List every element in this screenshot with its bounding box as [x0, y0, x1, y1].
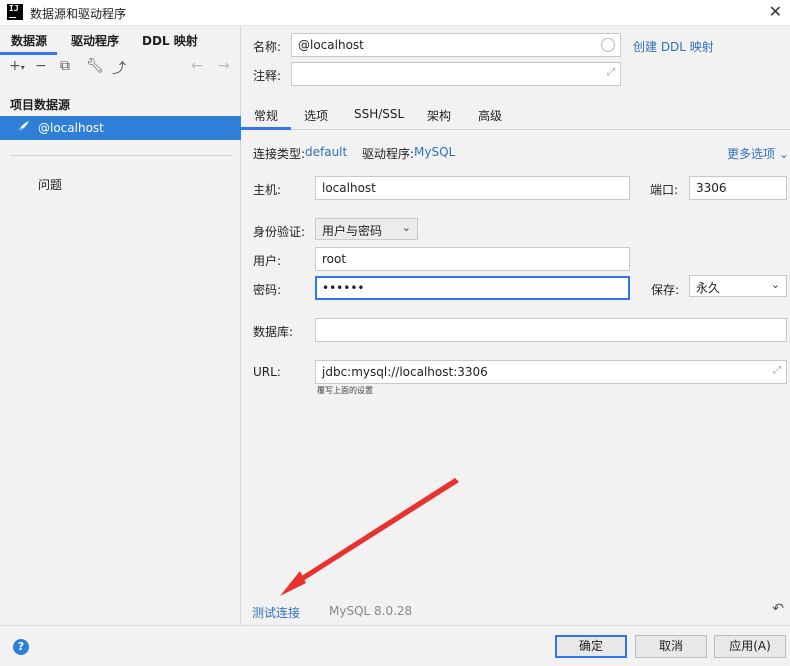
- host-input[interactable]: localhost: [315, 176, 630, 200]
- url-override-hint: 覆写上面的设置: [317, 386, 373, 395]
- color-picker-icon[interactable]: [601, 38, 615, 52]
- url-input[interactable]: jdbc:mysql://localhost:3306 ⤢: [315, 360, 787, 384]
- chevron-down-icon: ⌄: [770, 278, 780, 291]
- name-input[interactable]: @localhost: [291, 33, 621, 57]
- ok-button[interactable]: 确定: [555, 635, 627, 658]
- copy-icon[interactable]: ⧉: [60, 58, 70, 74]
- title-bar: IJ 数据源和驱动程序 ✕: [0, 0, 790, 26]
- separator: [10, 155, 232, 156]
- tab-schemas[interactable]: 架构: [427, 107, 451, 124]
- expand-icon[interactable]: ⤢: [607, 67, 615, 78]
- database-input[interactable]: [315, 318, 787, 342]
- sidebar: 数据源 驱动程序 DDL 映射 +▾ − ⧉ 🔧︎ ⤴ ← → 项目数据源 @l…: [0, 26, 241, 625]
- test-connection-link[interactable]: 测试连接: [252, 604, 300, 621]
- comment-label: 注释:: [253, 69, 282, 83]
- back-icon[interactable]: ←: [191, 58, 203, 74]
- host-label: 主机:: [253, 183, 282, 197]
- project-data-sources-heading: 项目数据源: [10, 98, 71, 112]
- chevron-down-icon: ⌄: [778, 147, 789, 161]
- window-title: 数据源和驱动程序: [30, 7, 127, 21]
- tab-ddl-mappings[interactable]: DDL 映射: [142, 32, 198, 49]
- save-value: 永久: [696, 281, 721, 295]
- data-source-item-localhost[interactable]: @localhost: [0, 116, 241, 140]
- connection-type-link[interactable]: default: [305, 145, 347, 159]
- tab-options[interactable]: 选项: [304, 107, 328, 124]
- tab-advanced[interactable]: 高级: [478, 107, 502, 124]
- database-label: 数据库:: [253, 325, 294, 339]
- main-panel: 名称: @localhost 创建 DDL 映射 注释: ⤢ 常规 选项 SSH…: [241, 26, 790, 625]
- chevron-down-icon: ⌄: [401, 221, 411, 234]
- active-tab-indicator: [0, 52, 57, 55]
- wrench-icon[interactable]: 🔧︎: [86, 58, 104, 74]
- tab-drivers[interactable]: 驱动程序: [71, 32, 119, 49]
- close-icon[interactable]: ✕: [769, 2, 782, 21]
- mysql-dolphin-icon: [17, 121, 29, 133]
- problems-item[interactable]: 问题: [38, 176, 62, 193]
- driver-link[interactable]: MySQL: [414, 145, 455, 159]
- comment-input[interactable]: ⤢: [291, 62, 621, 86]
- driver-version: MySQL 8.0.28: [329, 604, 413, 618]
- expand-icon[interactable]: ⤢: [773, 365, 781, 376]
- auth-label: 身份验证:: [253, 225, 306, 239]
- add-icon[interactable]: +▾: [9, 58, 25, 74]
- tab-data-sources[interactable]: 数据源: [11, 32, 47, 49]
- apply-button[interactable]: 应用(A): [714, 635, 786, 658]
- tab-general[interactable]: 常规: [254, 107, 278, 124]
- export-icon[interactable]: ⤴: [112, 58, 126, 78]
- name-label: 名称:: [253, 40, 282, 54]
- port-label: 端口:: [650, 183, 679, 197]
- user-label: 用户:: [253, 254, 282, 268]
- save-label: 保存:: [651, 283, 680, 297]
- active-tab-indicator: [241, 127, 291, 130]
- save-select[interactable]: 永久 ⌄: [689, 275, 787, 297]
- more-options-link[interactable]: 更多选项 ⌄: [727, 145, 789, 162]
- help-icon[interactable]: ?: [13, 639, 29, 655]
- password-input[interactable]: ••••••: [315, 276, 630, 300]
- url-value: jdbc:mysql://localhost:3306: [322, 365, 488, 379]
- main-bottom-bar: 测试连接 MySQL 8.0.28 ↶: [241, 596, 790, 625]
- connection-type-label: 连接类型:: [253, 147, 306, 161]
- undo-icon[interactable]: ↶: [772, 601, 784, 617]
- auth-value: 用户与密码: [322, 224, 383, 238]
- settings-tabs: 常规 选项 SSH/SSL 架构 高级: [241, 100, 790, 130]
- auth-select[interactable]: 用户与密码 ⌄: [315, 218, 418, 240]
- remove-icon[interactable]: −: [35, 58, 47, 74]
- data-source-label: @localhost: [38, 121, 104, 135]
- create-ddl-mapping-link[interactable]: 创建 DDL 映射: [633, 38, 714, 55]
- url-label: URL:: [253, 365, 281, 379]
- tab-ssh-ssl[interactable]: SSH/SSL: [354, 107, 404, 121]
- forward-icon[interactable]: →: [218, 58, 230, 74]
- user-input[interactable]: root: [315, 247, 630, 271]
- driver-label: 驱动程序:: [362, 147, 415, 161]
- dialog-footer: ? 确定 取消 应用(A): [0, 625, 790, 666]
- sidebar-toolbar: +▾ − ⧉ 🔧︎ ⤴ ← →: [0, 56, 241, 82]
- name-value: @localhost: [298, 38, 364, 52]
- intellij-app-icon: IJ: [7, 4, 23, 20]
- cancel-button[interactable]: 取消: [635, 635, 707, 658]
- port-input[interactable]: 3306: [689, 176, 787, 200]
- password-label: 密码:: [253, 283, 282, 297]
